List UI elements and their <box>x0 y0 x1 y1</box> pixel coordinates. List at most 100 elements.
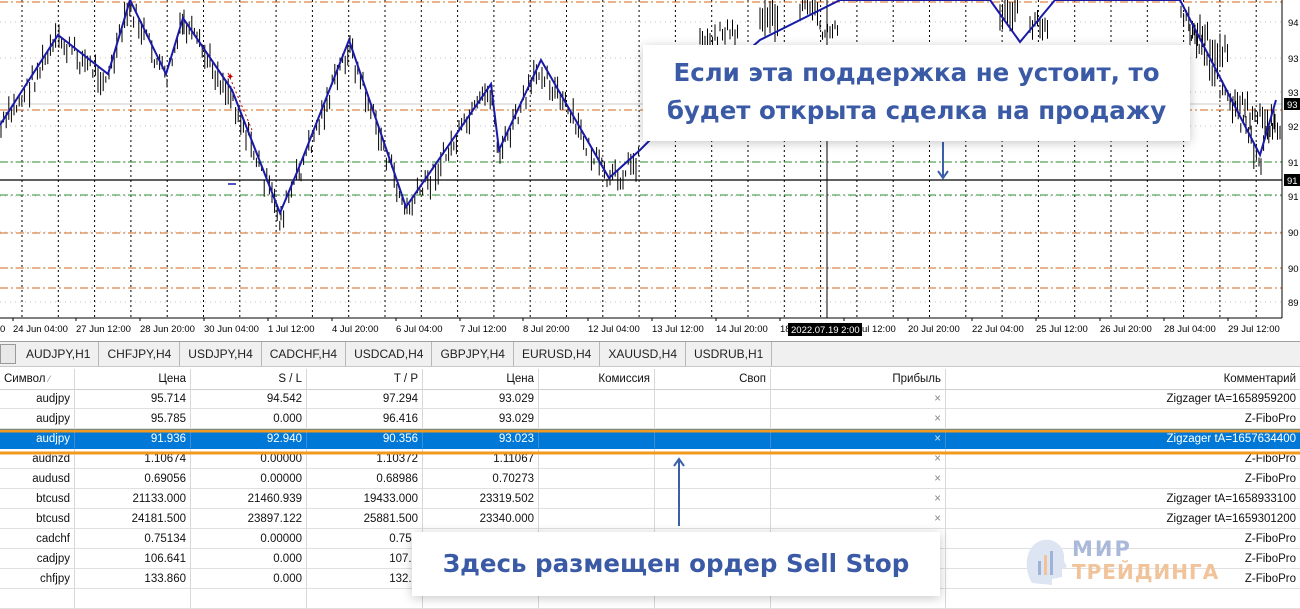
cell-price2: 93.023 <box>423 429 539 449</box>
cell-symbol: audnzd <box>0 449 75 469</box>
close-order-icon[interactable]: × <box>934 513 941 525</box>
cell-sl: 21460.939 <box>191 489 307 509</box>
cell-price <box>75 589 191 609</box>
cell-empty <box>539 409 655 429</box>
cell-comment: Zigzager tA=1658959200 <box>946 389 1300 409</box>
cell-symbol: btcusd <box>0 489 75 509</box>
time-label: 8 Jul 20:00 <box>523 324 569 335</box>
cell-profit: × <box>771 449 946 469</box>
cell-comment: Z-FiboPro <box>946 409 1300 429</box>
time-label: 28 Jun 20:00 <box>140 324 195 335</box>
cell-symbol: audjpy <box>0 429 75 449</box>
tab-cadchf-h4[interactable]: CADCHF,H4 <box>262 342 347 366</box>
price-label: 91 <box>1288 158 1299 169</box>
table-row[interactable]: audjpy 95.714 94.542 97.294 93.029 × Zigzager … <box>0 389 1300 409</box>
time-label: 0 <box>0 324 5 335</box>
time-label: 28 Jul 04:00 <box>1164 324 1216 335</box>
cell-tp: 132.5 <box>307 569 423 589</box>
col-sl[interactable]: S / L <box>191 369 307 389</box>
cell-tp: 19433.000 <box>307 489 423 509</box>
tab-scroll-button[interactable] <box>0 344 16 364</box>
cell-price2: 93.029 <box>423 409 539 429</box>
time-label: 22 Jul 04:00 <box>972 324 1024 335</box>
cell-sl: 23897.122 <box>191 509 307 529</box>
price-label: 94 <box>1288 18 1299 29</box>
table-row[interactable]: btcusd 21133.000 21460.939 19433.000 23319.5… <box>0 489 1300 509</box>
col-symbol-label: Символ <box>4 373 46 385</box>
time-label: 20 Jul 20:00 <box>908 324 960 335</box>
cell-comment: Z-FiboPro <box>946 469 1300 489</box>
tab-usdcad-h4[interactable]: USDCAD,H4 <box>346 342 433 366</box>
cell-price: 95.785 <box>75 409 191 429</box>
cell-sl: 94.542 <box>191 389 307 409</box>
cell-comment: Zigzager tA=1657634400 <box>946 429 1300 449</box>
cell-profit: × <box>771 409 946 429</box>
tab-audjpy-h1[interactable]: AUDJPY,H1 <box>18 342 100 366</box>
cell-price2: 23340.000 <box>423 509 539 529</box>
table-row[interactable]: audjpy 91.936 92.940 90.356 93.023 × Zigzager … <box>0 429 1300 449</box>
cell-tp <box>307 589 423 609</box>
time-label: 24 Jun 04:00 <box>13 324 68 335</box>
table-row[interactable]: btcusd 24181.500 23897.122 25881.500 23340.0… <box>0 509 1300 529</box>
cell-symbol: cadjpy <box>0 549 75 569</box>
table-row[interactable]: audusd 0.69056 0.00000 0.68986 0.70273 × Z-Fib… <box>0 469 1300 489</box>
col-swap[interactable]: Своп <box>655 369 771 389</box>
cell-price2: 23319.502 <box>423 489 539 509</box>
cell-tp: 97.294 <box>307 389 423 409</box>
cell-empty <box>655 469 771 489</box>
tab-chfjpy-h4[interactable]: CHFJPY,H4 <box>99 342 181 366</box>
cell-tp: 25881.500 <box>307 509 423 529</box>
cell-symbol: cadchf <box>0 529 75 549</box>
cell-empty <box>539 389 655 409</box>
close-order-icon[interactable]: × <box>934 413 941 425</box>
tab-gbpjpy-h4[interactable]: GBPJPY,H4 <box>432 342 514 366</box>
cell-price: 106.641 <box>75 549 191 569</box>
cell-sl: 0.000 <box>191 569 307 589</box>
cell-empty <box>655 509 771 529</box>
price-label: 90 <box>1288 264 1299 275</box>
close-order-icon[interactable]: × <box>934 453 941 465</box>
cell-price: 0.69056 <box>75 469 191 489</box>
cell-tp: 0.754 <box>307 529 423 549</box>
time-label: 29 Jul 12:00 <box>1228 324 1280 335</box>
time-label: 13 Jul 12:00 <box>652 324 704 335</box>
tab-usdjpy-h4[interactable]: USDJPY,H4 <box>180 342 262 366</box>
close-order-icon[interactable]: × <box>934 433 941 445</box>
cell-sl: 92.940 <box>191 429 307 449</box>
cell-tp: 1.10372 <box>307 449 423 469</box>
table-row[interactable]: audjpy 95.785 0.000 96.416 93.029 × Z-FiboPro <box>0 409 1300 429</box>
table-header: Символ ⁄ Цена S / L T / P Цена Комиссия … <box>0 369 1300 390</box>
cell-tp: 107.5 <box>307 549 423 569</box>
tab-xauusd-h4[interactable]: XAUUSD,H4 <box>600 342 686 366</box>
close-order-icon[interactable]: × <box>934 393 941 405</box>
col-price2[interactable]: Цена <box>423 369 539 389</box>
cell-symbol: chfjpy <box>0 569 75 589</box>
cell-profit: × <box>771 489 946 509</box>
col-commission[interactable]: Комиссия <box>539 369 655 389</box>
time-label: 26 Jul 20:00 <box>1100 324 1152 335</box>
col-tp[interactable]: T / P <box>307 369 423 389</box>
cell-empty <box>539 449 655 469</box>
price-label: 93 <box>1288 54 1299 65</box>
col-profit[interactable]: Прибыль <box>771 369 946 389</box>
cell-empty <box>655 449 771 469</box>
callout-sell-stop: Здесь размещен ордер Sell Stop <box>412 532 940 596</box>
price-label: 93 <box>1288 88 1299 99</box>
close-order-icon[interactable]: × <box>934 473 941 485</box>
cell-symbol: btcusd <box>0 509 75 529</box>
cell-price2: 93.029 <box>423 389 539 409</box>
time-label: 6 Jul 04:00 <box>396 324 442 335</box>
head-logo-icon <box>1026 539 1067 585</box>
col-comment[interactable]: Комментарий <box>946 369 1300 389</box>
tab-eurusd-h4[interactable]: EURUSD,H4 <box>514 342 601 366</box>
col-price[interactable]: Цена <box>75 369 191 389</box>
price-label: 90 <box>1288 228 1299 239</box>
cell-empty <box>655 389 771 409</box>
cell-profit: × <box>771 389 946 409</box>
cell-empty <box>539 429 655 449</box>
close-order-icon[interactable]: × <box>934 493 941 505</box>
col-symbol[interactable]: Символ ⁄ <box>0 369 75 389</box>
tab-usdrub-h1[interactable]: USDRUB,H1 <box>686 342 773 366</box>
time-label: 27 Jun 12:00 <box>76 324 131 335</box>
table-row[interactable]: audnzd 1.10674 0.00000 1.10372 1.11067 × Z-Fib… <box>0 449 1300 469</box>
